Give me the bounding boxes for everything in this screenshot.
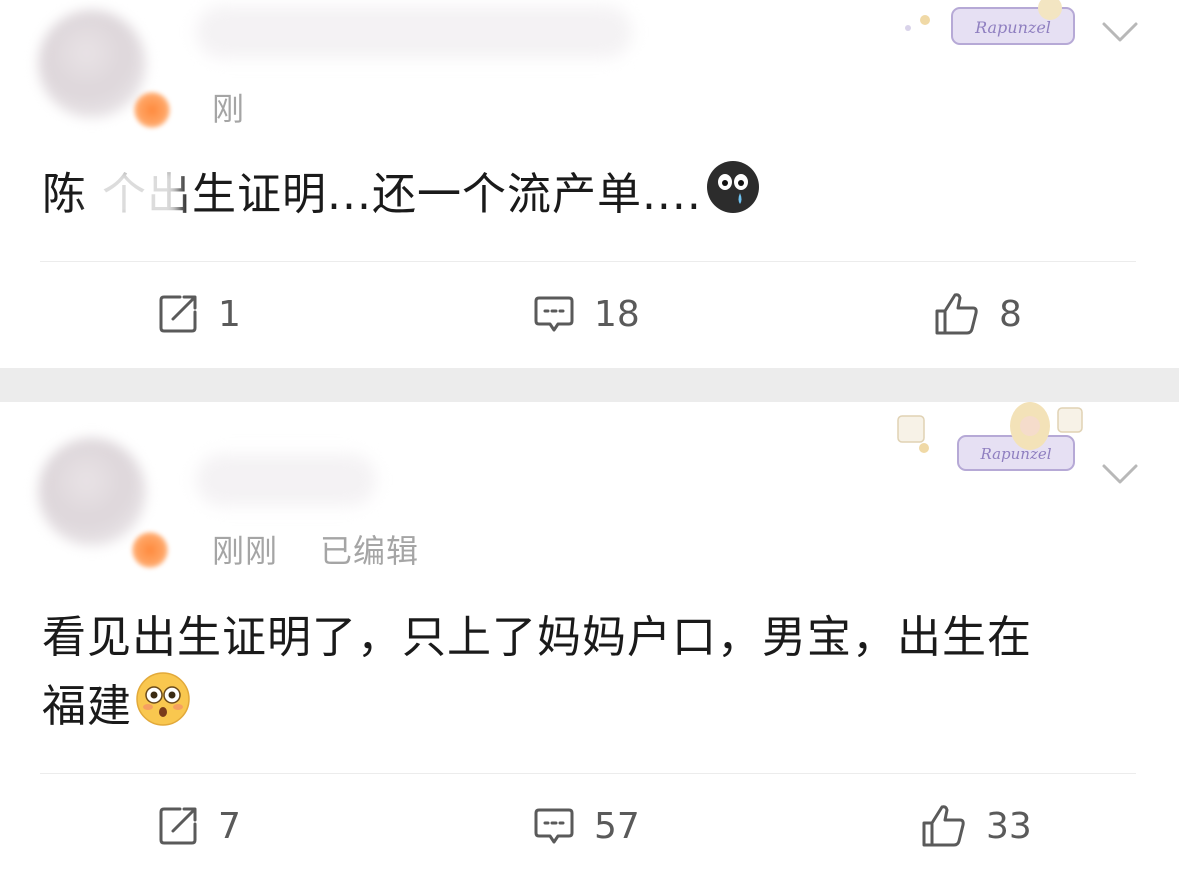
comment-count: 18 xyxy=(594,293,640,335)
card-separator xyxy=(0,368,1179,402)
divider xyxy=(40,773,1136,774)
crying-face-emoji-icon xyxy=(706,160,760,234)
redaction xyxy=(90,166,180,222)
like-button[interactable]: 33 xyxy=(920,796,1032,856)
like-button[interactable]: 8 xyxy=(933,284,1022,344)
repost-button[interactable]: 7 xyxy=(156,796,241,856)
repost-count: 7 xyxy=(218,805,241,847)
repost-count: 1 xyxy=(218,293,241,335)
repost-icon xyxy=(159,807,197,845)
username[interactable] xyxy=(196,454,376,506)
comment-icon xyxy=(534,296,574,332)
vip-badge-icon xyxy=(132,532,168,568)
post-meta: 刚 xyxy=(212,84,245,130)
avatar[interactable] xyxy=(38,10,146,118)
fan-badge-icon: Rapunzel xyxy=(905,0,1075,45)
comment-button[interactable]: 57 xyxy=(532,796,640,856)
vip-badge-icon xyxy=(134,92,170,128)
chevron-down-icon[interactable] xyxy=(1100,20,1140,44)
comment-text: 看见出生证明了，只上了妈妈户口，男宝，出生在 福建 xyxy=(42,604,1142,746)
avatar[interactable] xyxy=(38,438,146,546)
comment-card: Rapunzel 刚 陈 个出生证明...还一个流产单.... 1 18 8 xyxy=(0,0,1179,368)
comment-line: 看见出生证明了，只上了妈妈户口，男宝，出生在 xyxy=(42,612,1032,663)
post-time: 刚刚 xyxy=(212,532,279,570)
repost-icon xyxy=(159,295,197,333)
comment-line: 福建 xyxy=(42,672,1142,746)
action-bar: 1 18 8 xyxy=(0,284,1179,344)
action-bar: 7 57 33 xyxy=(0,796,1179,856)
repost-button[interactable]: 1 xyxy=(156,284,241,344)
thumbs-up-icon xyxy=(935,293,978,335)
edited-label: 已编辑 xyxy=(320,532,420,570)
fan-badge-icon: Rapunzel xyxy=(897,402,1083,471)
svg-text:Rapunzel: Rapunzel xyxy=(974,18,1051,37)
divider xyxy=(40,261,1136,262)
comment-card: Rapunzel 刚刚 已编辑 看见出生证明了，只上了妈妈户口，男宝，出生在 福建 xyxy=(0,402,1179,876)
flushed-face-emoji-icon xyxy=(136,672,190,746)
comment-count: 57 xyxy=(594,805,640,847)
svg-text:Rapunzel: Rapunzel xyxy=(979,445,1051,463)
username[interactable] xyxy=(196,6,632,58)
thumbs-up-icon xyxy=(922,805,965,847)
comment-icon xyxy=(534,808,574,844)
comment-button[interactable]: 18 xyxy=(532,284,640,344)
comment-feed: Rapunzel 刚 陈 个出生证明...还一个流产单.... 1 18 8 R… xyxy=(0,0,1179,876)
post-time: 刚 xyxy=(212,90,246,128)
like-count: 33 xyxy=(986,805,1032,847)
chevron-down-icon[interactable] xyxy=(1100,462,1140,486)
comment-text: 陈 个出生证明...还一个流产单.... xyxy=(42,160,1142,234)
like-count: 8 xyxy=(999,293,1022,335)
post-meta: 刚刚 已编辑 xyxy=(212,526,419,572)
